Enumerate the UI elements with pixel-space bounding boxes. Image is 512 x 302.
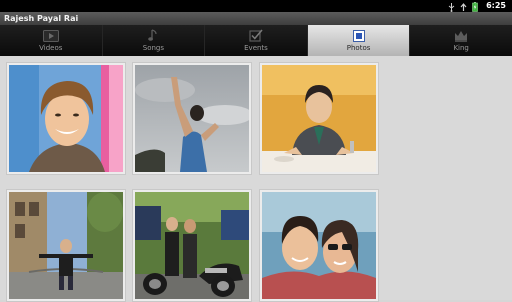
photo-2-image <box>135 65 249 172</box>
status-bar: 6:25 <box>0 0 512 12</box>
photo-thumbnail-5[interactable] <box>132 189 252 302</box>
photo-thumbnail-6[interactable] <box>259 189 379 302</box>
photo-grid <box>0 56 512 302</box>
tab-videos[interactable]: Videos <box>0 25 103 56</box>
photo-1-image <box>9 65 123 172</box>
tab-label: Events <box>244 44 268 52</box>
tab-events[interactable]: Events <box>205 25 308 56</box>
checkmark-icon <box>249 29 263 42</box>
photo-thumbnail-2[interactable] <box>132 62 252 175</box>
tab-label: Songs <box>142 44 165 52</box>
crown-icon <box>454 29 468 42</box>
photo-thumbnail-1[interactable] <box>6 62 126 175</box>
app-title: Rajesh Payal Rai <box>4 14 79 23</box>
tab-photos[interactable]: Photos <box>307 25 411 56</box>
photo-icon <box>352 29 365 42</box>
photo-thumbnail-4[interactable] <box>6 189 126 302</box>
photo-6-image <box>262 192 376 299</box>
title-bar: Rajesh Payal Rai <box>0 12 512 25</box>
photo-thumbnail-3[interactable] <box>259 62 379 175</box>
tab-label: King <box>453 44 469 52</box>
photo-3-image <box>262 65 376 172</box>
tab-songs[interactable]: Songs <box>102 25 206 56</box>
tab-label: Videos <box>39 44 63 52</box>
video-icon <box>42 29 59 42</box>
status-time: 6:25 <box>486 1 506 10</box>
tab-bar: Videos Songs Events Photos King <box>0 25 512 56</box>
music-note-icon <box>148 29 158 42</box>
tab-king[interactable]: King <box>410 25 512 56</box>
tab-label: Photos <box>346 44 371 52</box>
photo-5-image <box>135 192 249 299</box>
photo-4-image <box>9 192 123 299</box>
